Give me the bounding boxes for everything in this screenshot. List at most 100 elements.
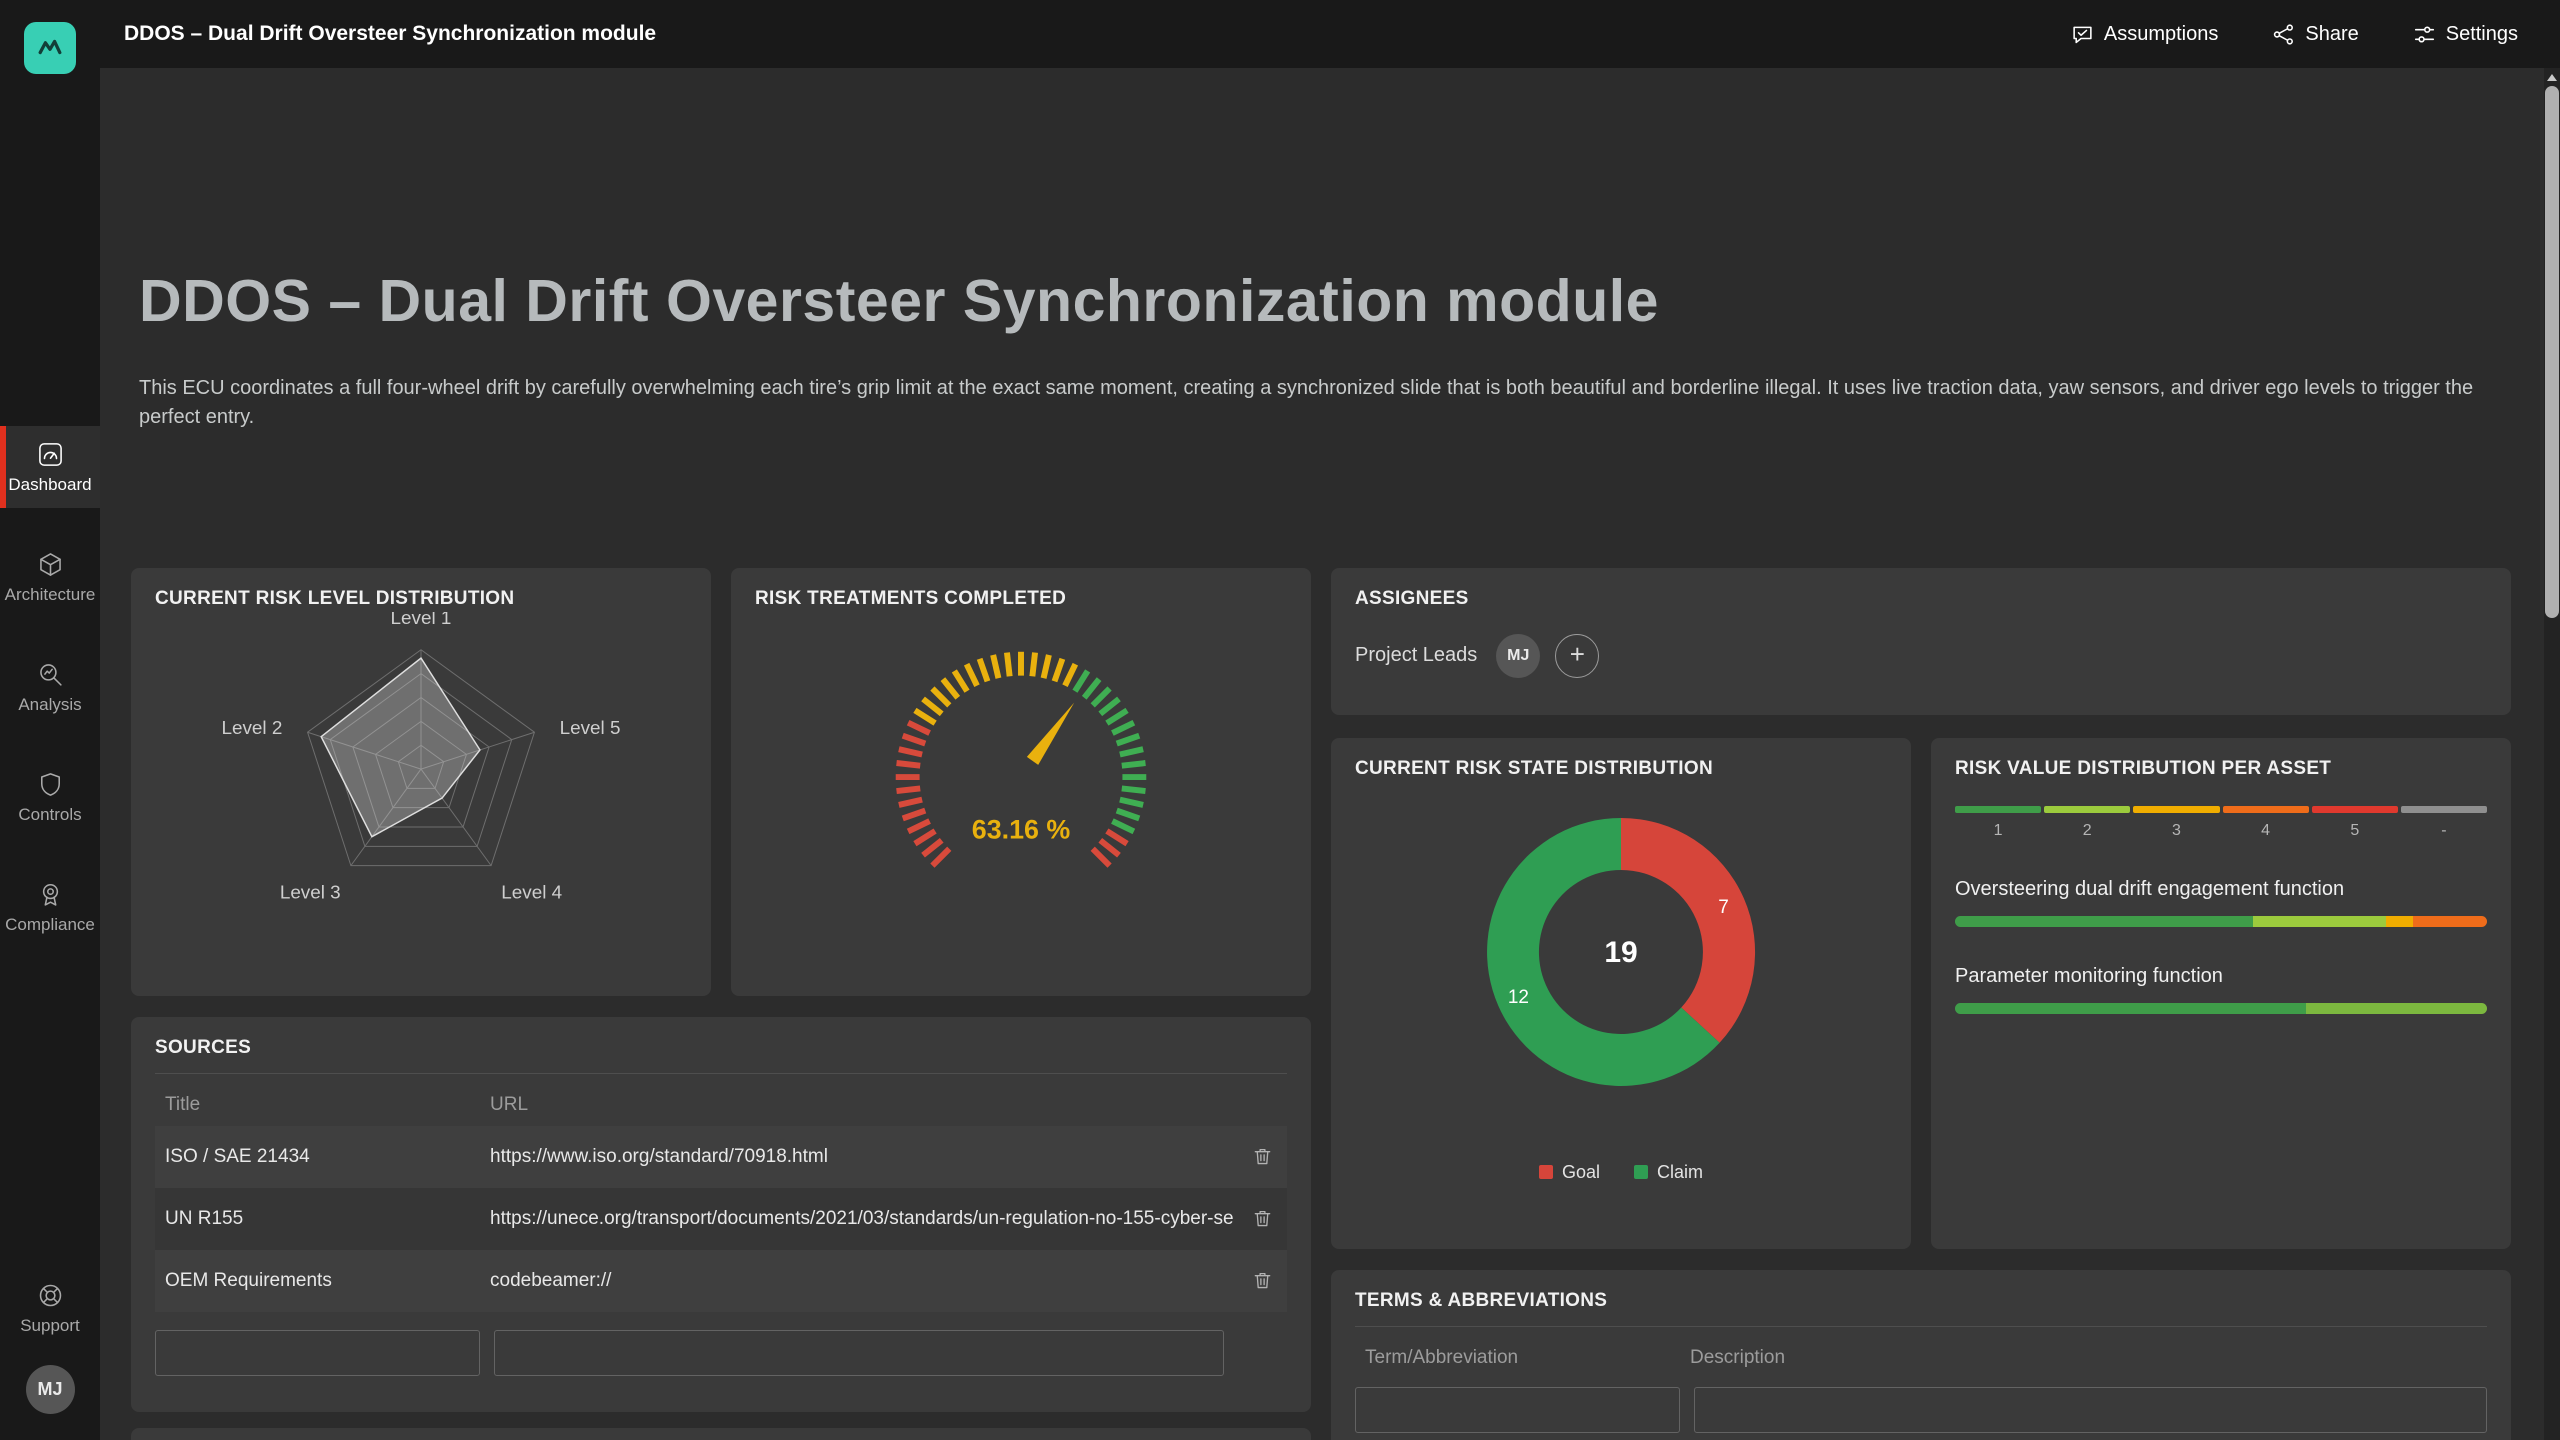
assignee-row: Project Leads MJ + <box>1355 634 2487 678</box>
dashboard-icon <box>37 441 64 468</box>
source-row: ISO / SAE 21434https://www.iso.org/stand… <box>155 1126 1287 1188</box>
risk-bar-segment <box>2386 916 2413 927</box>
user-avatar[interactable]: MJ <box>26 1365 75 1414</box>
risk-scale-label: 5 <box>2350 822 2359 840</box>
analysis-icon <box>37 661 64 688</box>
svg-text:63.16 %: 63.16 % <box>972 815 1071 845</box>
delete-source-button[interactable] <box>1252 1270 1273 1291</box>
asset-name: Oversteering dual drift engagement funct… <box>1955 878 2487 901</box>
sidebar-nav: Dashboard Architecture Analysis Controls Com… <box>0 426 100 976</box>
share-icon <box>2272 23 2295 46</box>
risk-bar-segment <box>2413 916 2487 927</box>
gauge-chart: 63.16 % <box>755 612 1287 960</box>
asset-risk-bar <box>1955 916 2487 927</box>
right-column: ASSIGNEES Project Leads MJ + CURRENT RIS… <box>1331 568 2511 1440</box>
column-header-title: Title <box>165 1094 490 1116</box>
page-title: DDOS – Dual Drift Oversteer Synchronizat… <box>139 268 2511 336</box>
logo-wave-icon <box>33 31 67 65</box>
card-title: CURRENT RISK STATE DISTRIBUTION <box>1355 758 1887 780</box>
card-risk-treatments: RISK TREATMENTS COMPLETED 63.16 % <box>731 568 1311 996</box>
sidebar-item-label: Support <box>20 1316 80 1336</box>
sidebar-item-controls[interactable]: Controls <box>0 756 100 838</box>
svg-text:Level 4: Level 4 <box>501 883 562 904</box>
risk-scale-step: - <box>2401 806 2487 840</box>
sidebar-item-support[interactable]: Support <box>0 1267 100 1349</box>
legend-item: Claim <box>1634 1162 1703 1183</box>
chart-legend: Goal Claim <box>1355 1162 1887 1183</box>
risk-scale-label: 2 <box>2083 822 2092 840</box>
risk-scale-color <box>2312 806 2398 813</box>
svg-text:Level 2: Level 2 <box>221 718 282 739</box>
card-title: TERMS & ABBREVIATIONS <box>1355 1290 2487 1312</box>
card-title: ASSIGNEES <box>1355 588 2487 610</box>
assumptions-button[interactable]: Assumptions <box>2071 23 2219 46</box>
sidebar-item-analysis[interactable]: Analysis <box>0 646 100 728</box>
app-logo[interactable] <box>24 22 76 74</box>
column-header-url: URL <box>490 1094 528 1116</box>
sources-table-body: ISO / SAE 21434https://www.iso.org/stand… <box>155 1126 1287 1312</box>
sidebar-item-label: Architecture <box>5 585 96 605</box>
source-row: UN R155https://unece.org/transport/docum… <box>155 1188 1287 1250</box>
risk-scale-label: 3 <box>2172 822 2181 840</box>
risk-scale-color <box>1955 806 2041 813</box>
svg-text:Level 5: Level 5 <box>560 718 621 739</box>
share-button[interactable]: Share <box>2272 23 2358 46</box>
risk-scale-label: 1 <box>1994 822 2003 840</box>
source-title: UN R155 <box>165 1208 490 1230</box>
legend-label: Claim <box>1657 1162 1703 1183</box>
sidebar-item-label: Analysis <box>18 695 81 715</box>
risk-scale-color <box>2044 806 2130 813</box>
sidebar-item-dashboard[interactable]: Dashboard <box>0 426 100 508</box>
chart-row: CURRENT RISK STATE DISTRIBUTION 71219 Go… <box>1331 738 2511 1249</box>
page-description: This ECU coordinates a full four-wheel d… <box>139 374 2489 432</box>
chart-row: CURRENT RISK LEVEL DISTRIBUTION Level 1L… <box>131 568 1311 996</box>
asset-risk-bar <box>1955 1003 2487 1014</box>
topbar-button-label: Share <box>2305 23 2358 46</box>
risk-bar-segment <box>1955 916 2253 927</box>
topbar-actions: Assumptions Share Settings <box>2071 23 2518 46</box>
delete-source-button[interactable] <box>1252 1146 1273 1167</box>
source-title: OEM Requirements <box>165 1270 490 1292</box>
sidebar-bottom: Support MJ <box>0 1267 100 1440</box>
risk-scale-step: 2 <box>2044 806 2130 840</box>
add-source-row <box>155 1330 1287 1376</box>
risk-scale-color <box>2133 806 2219 813</box>
legend-item: Goal <box>1539 1162 1600 1183</box>
radar-chart: Level 1Level 2Level 3Level 4Level 5 <box>155 612 687 960</box>
delete-source-button[interactable] <box>1252 1208 1273 1229</box>
settings-button[interactable]: Settings <box>2413 23 2518 46</box>
asset-risk-bars: Oversteering dual drift engagement funct… <box>1955 878 2487 1014</box>
svg-text:19: 19 <box>1604 936 1637 969</box>
window-title: DDOS – Dual Drift Oversteer Synchronizat… <box>124 22 656 46</box>
sidebar-item-architecture[interactable]: Architecture <box>0 536 100 618</box>
topbar: DDOS – Dual Drift Oversteer Synchronizat… <box>100 0 2560 68</box>
main-content: DDOS – Dual Drift Oversteer Synchronizat… <box>100 68 2544 1440</box>
architecture-icon <box>37 551 64 578</box>
divider <box>155 1073 1287 1074</box>
card-sources: SOURCES Title URL ISO / SAE 21434https:/… <box>131 1017 1311 1412</box>
donut-chart: 71219 <box>1355 780 1887 1160</box>
source-row: OEM Requirementscodebeamer:// <box>155 1250 1287 1312</box>
assignee-avatar[interactable]: MJ <box>1496 634 1540 678</box>
add-assignee-button[interactable]: + <box>1555 634 1599 678</box>
new-source-title-input[interactable] <box>155 1330 480 1376</box>
risk-scale-step: 1 <box>1955 806 2041 840</box>
assumptions-icon <box>2071 23 2094 46</box>
scrollbar-thumb[interactable] <box>2545 86 2559 618</box>
scroll-up-arrow[interactable] <box>2547 74 2557 81</box>
card-risk-state-distribution: CURRENT RISK STATE DISTRIBUTION 71219 Go… <box>1331 738 1911 1249</box>
left-column: CURRENT RISK LEVEL DISTRIBUTION Level 1L… <box>131 568 1311 1440</box>
sidebar: Dashboard Architecture Analysis Controls Com… <box>0 0 100 1440</box>
support-icon <box>37 1282 64 1309</box>
risk-scale-step: 3 <box>2133 806 2219 840</box>
new-term-input[interactable] <box>1355 1387 1680 1433</box>
compliance-icon <box>37 881 64 908</box>
dashboard-grid: CURRENT RISK LEVEL DISTRIBUTION Level 1L… <box>131 568 2511 1440</box>
column-header-term: Term/Abbreviation <box>1365 1347 1690 1369</box>
sidebar-item-compliance[interactable]: Compliance <box>0 866 100 948</box>
scrollbar[interactable] <box>2544 68 2560 1440</box>
new-description-input[interactable] <box>1694 1387 2487 1433</box>
new-source-url-input[interactable] <box>494 1330 1224 1376</box>
card-terms: TERMS & ABBREVIATIONS Term/Abbreviation … <box>1331 1270 2511 1440</box>
legend-label: Goal <box>1562 1162 1600 1183</box>
